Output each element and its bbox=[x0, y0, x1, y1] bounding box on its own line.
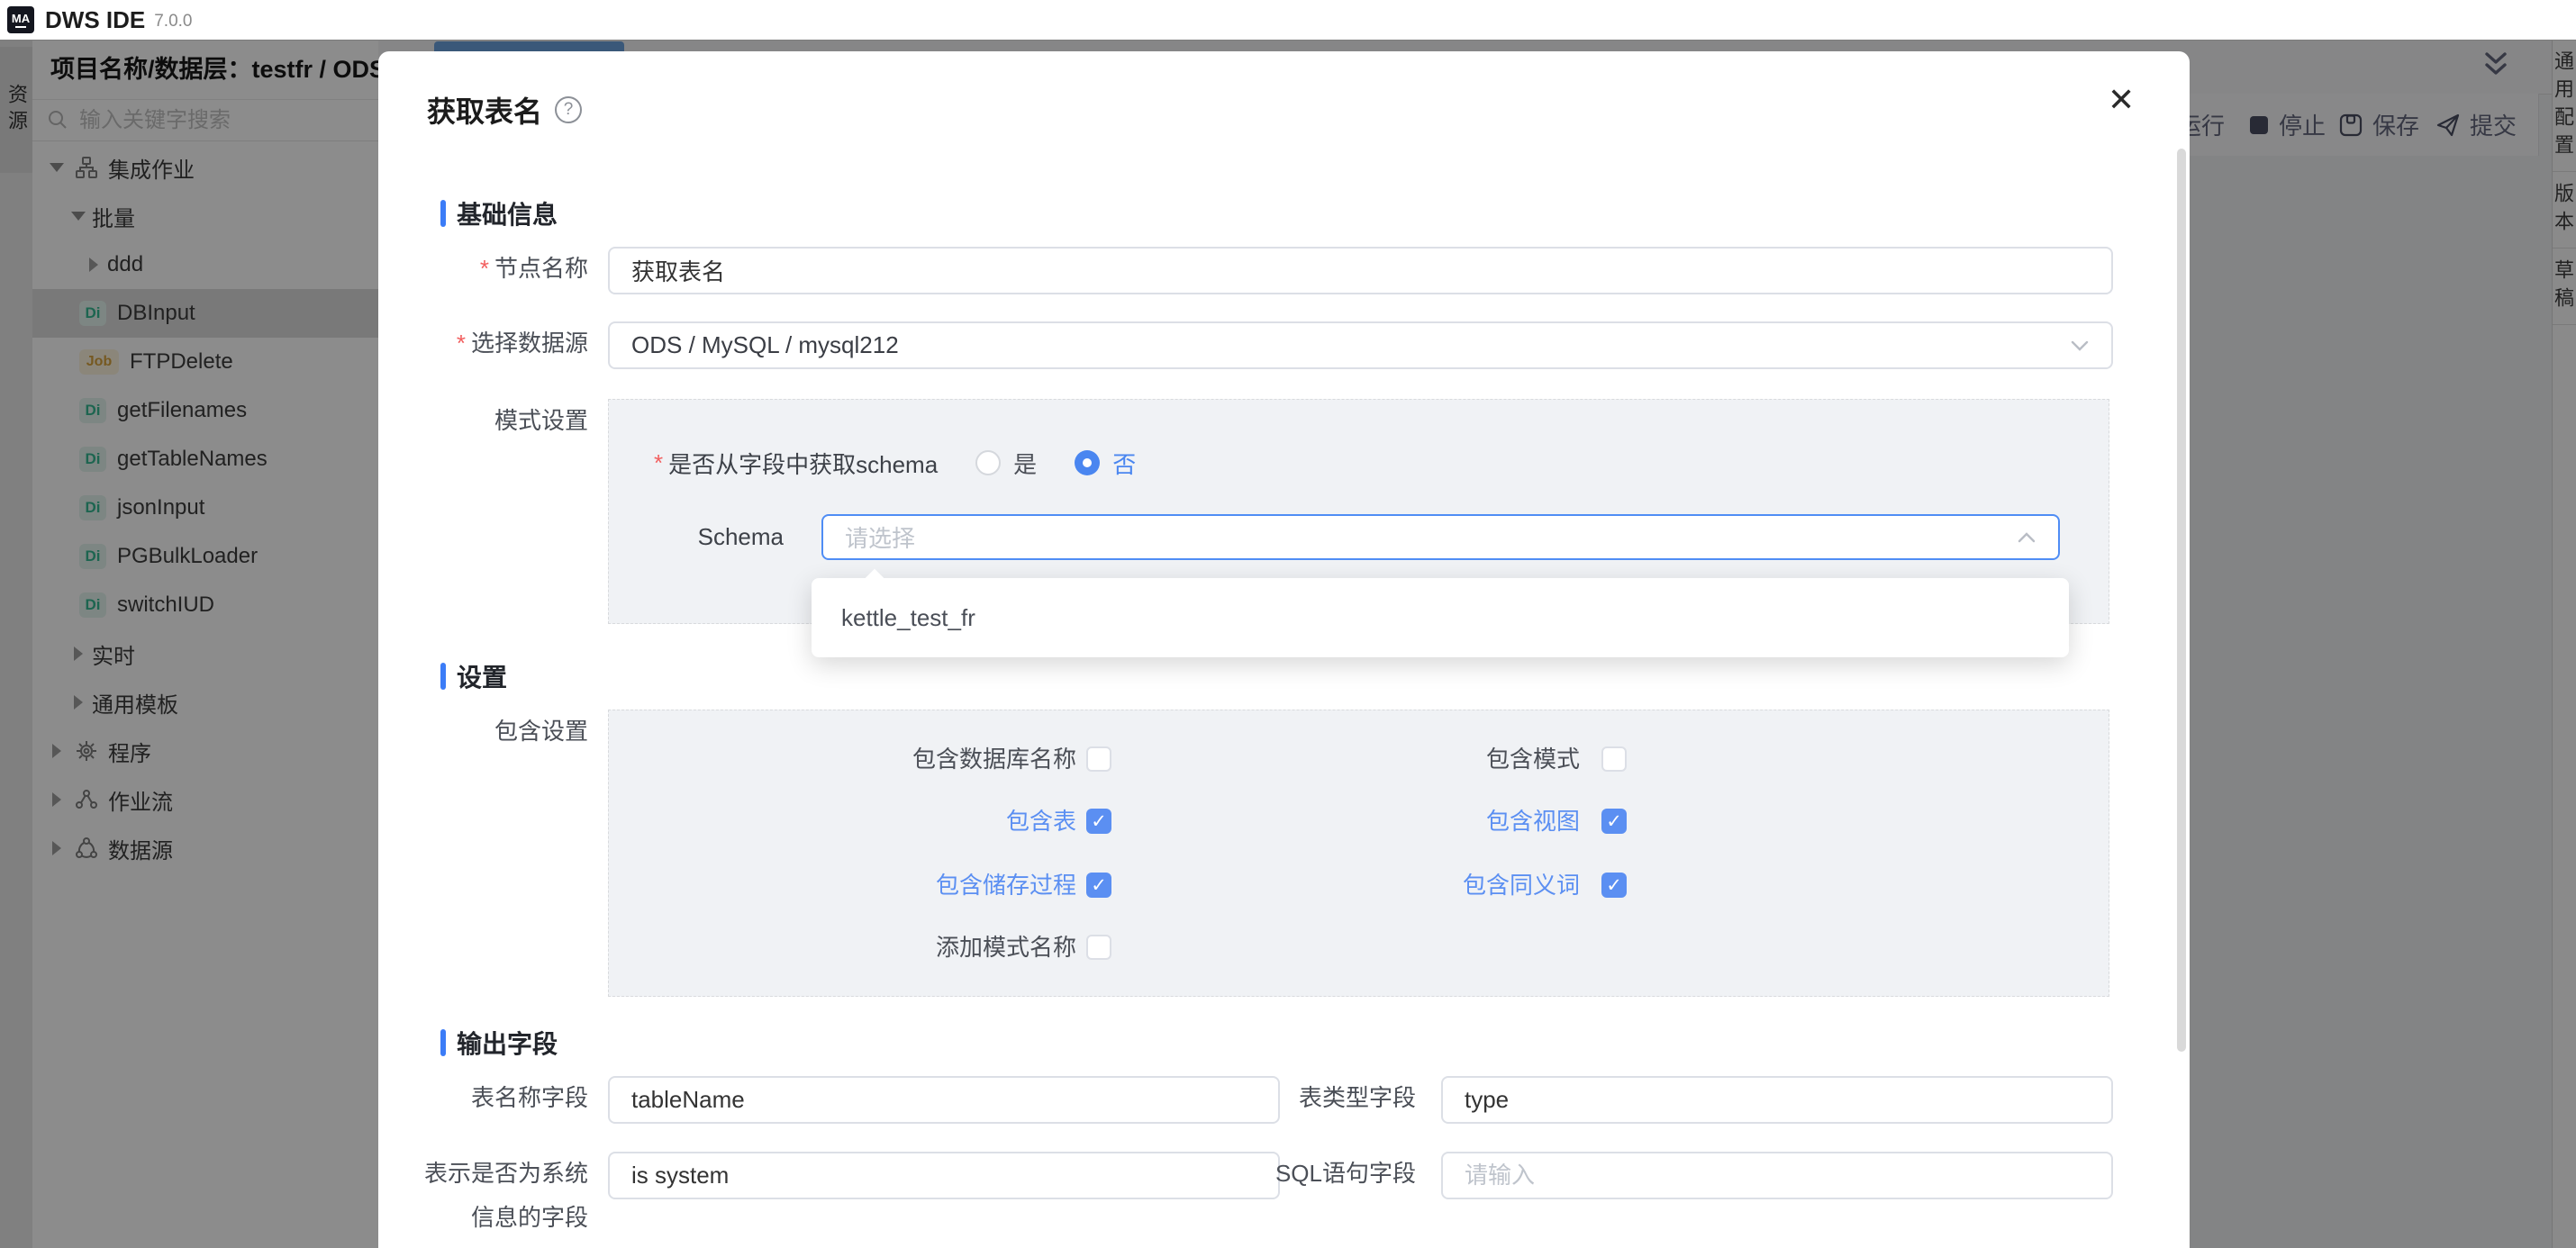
is-system-field-label-line1: 表示是否为系统 bbox=[378, 1152, 588, 1196]
checkbox-label-包含同义词[interactable]: 包含同义词 bbox=[1184, 864, 1580, 907]
table-name-field-label: 表名称字段 bbox=[378, 1076, 588, 1120]
datasource-select[interactable]: ODS / MySQL / mysql212 bbox=[608, 321, 2113, 369]
app-bar: MA DWS IDE 7.0.0 bbox=[0, 0, 2576, 41]
close-icon[interactable]: ✕ bbox=[2108, 84, 2135, 116]
sql-field-input[interactable] bbox=[1441, 1152, 2113, 1199]
schema-label: Schema bbox=[585, 514, 784, 560]
app-logo-icon: MA bbox=[7, 6, 34, 33]
chevron-up-icon bbox=[2015, 528, 2038, 547]
include-settings-label: 包含设置 bbox=[378, 710, 588, 754]
schema-select[interactable]: 请选择 bbox=[821, 514, 2060, 560]
dialog-title: 获取表名 bbox=[427, 89, 542, 131]
checkbox-label-包含储存过程[interactable]: 包含储存过程 bbox=[680, 864, 1076, 907]
modal-scrollbar[interactable] bbox=[2177, 149, 2186, 1052]
checkbox-label-包含视图[interactable]: 包含视图 bbox=[1184, 800, 1580, 843]
node-name-label: *节点名称 bbox=[378, 247, 588, 291]
radio-icon[interactable] bbox=[1075, 450, 1100, 475]
checkbox-包含数据库名称[interactable] bbox=[1086, 746, 1111, 772]
checkbox-label-包含表[interactable]: 包含表 bbox=[680, 800, 1076, 843]
checkbox-label-包含数据库名称[interactable]: 包含数据库名称 bbox=[680, 737, 1076, 781]
checkbox-添加模式名称[interactable] bbox=[1086, 935, 1111, 960]
table-name-field-input[interactable] bbox=[608, 1076, 1280, 1124]
radio-option-否[interactable]: 否 bbox=[1075, 447, 1136, 480]
table-type-field-label: 表类型字段 bbox=[1206, 1076, 1416, 1120]
dialog-title-row: 获取表名 ? bbox=[427, 89, 582, 131]
get-table-names-dialog: 获取表名 ? ✕ 基础信息 *节点名称 *选择数据源 ODS / MySQL /… bbox=[378, 51, 2190, 1248]
node-name-input[interactable] bbox=[608, 247, 2113, 294]
schema-dropdown: kettle_test_fr bbox=[812, 578, 2069, 657]
dropdown-option-kettle_test_fr[interactable]: kettle_test_fr bbox=[812, 578, 2069, 657]
radio-label: 否 bbox=[1112, 447, 1136, 480]
checkbox-包含同义词[interactable]: ✓ bbox=[1601, 873, 1627, 898]
chevron-down-icon bbox=[2068, 336, 2091, 356]
radio-icon[interactable] bbox=[975, 450, 1001, 475]
sql-field-label: SQL语句字段 bbox=[1206, 1152, 1416, 1196]
section-settings: 设置 bbox=[440, 663, 507, 690]
checkbox-包含表[interactable]: ✓ bbox=[1086, 809, 1111, 834]
checkbox-包含模式[interactable] bbox=[1601, 746, 1627, 772]
screen: MA DWS IDE 7.0.0 资源 项目名称/数据层：testfr / OD… bbox=[0, 0, 2576, 1248]
datasource-label: *选择数据源 bbox=[378, 321, 588, 366]
help-icon[interactable]: ? bbox=[555, 96, 582, 123]
is-system-field-label-line2: 信息的字段 bbox=[378, 1196, 588, 1240]
schema-from-field-label: 是否从字段中获取schema bbox=[668, 447, 938, 480]
section-output-fields: 输出字段 bbox=[440, 1029, 558, 1056]
checkbox-label-包含模式[interactable]: 包含模式 bbox=[1184, 737, 1580, 781]
mode-settings-label: 模式设置 bbox=[378, 399, 588, 443]
is-system-field-input[interactable] bbox=[608, 1152, 1280, 1199]
section-basic-info: 基础信息 bbox=[440, 200, 558, 227]
app-version: 7.0.0 bbox=[154, 8, 192, 32]
radio-label: 是 bbox=[1013, 447, 1037, 480]
radio-option-是[interactable]: 是 bbox=[975, 447, 1037, 480]
checkbox-label-添加模式名称[interactable]: 添加模式名称 bbox=[680, 926, 1076, 969]
checkbox-包含储存过程[interactable]: ✓ bbox=[1086, 873, 1111, 898]
checkbox-包含视图[interactable]: ✓ bbox=[1601, 809, 1627, 834]
table-type-field-input[interactable] bbox=[1441, 1076, 2113, 1124]
app-title: DWS IDE bbox=[45, 6, 145, 34]
schema-from-field-group: * 是否从字段中获取schema 是否 bbox=[654, 441, 1136, 484]
